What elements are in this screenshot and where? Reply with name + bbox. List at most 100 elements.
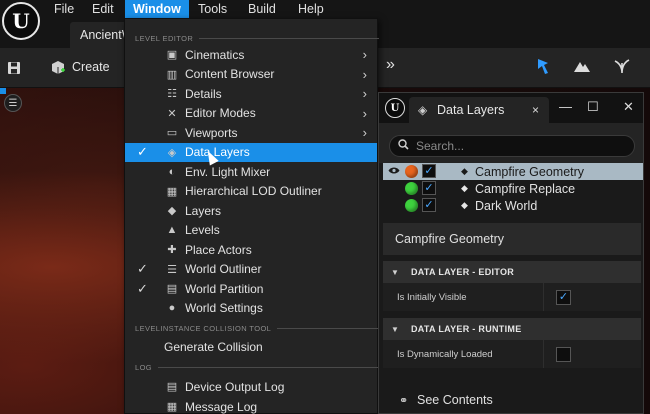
chevron-right-icon: › [362, 66, 367, 82]
close-tab-icon[interactable]: × [532, 103, 539, 117]
world-outliner-icon: ☰ [167, 263, 177, 276]
data-layer-row[interactable]: ✓ ◆ Campfire Replace [383, 180, 643, 197]
layer-status-icon [405, 182, 418, 195]
chevron-right-icon: › [362, 47, 367, 63]
menu-item-cinematics[interactable]: ▣ Cinematics › [125, 45, 377, 65]
content-browser-icon: ▥ [166, 68, 178, 81]
menu-window[interactable]: Window [125, 0, 189, 18]
menu-item-message-log[interactable]: ▦ Message Log [125, 397, 377, 414]
layers-icon: ◆ [167, 205, 177, 218]
menu-item-label: Place Actors [185, 242, 252, 257]
menu-item-label: Content Browser [185, 67, 275, 82]
menu-item-label: Data Layers [185, 145, 250, 160]
menu-item-label: World Settings [185, 301, 263, 316]
menu-tools[interactable]: Tools [198, 1, 227, 17]
data-layers-icon: ◈ [167, 146, 177, 159]
layer-status-icon [405, 199, 418, 212]
maximize-icon[interactable]: ☐ [587, 99, 599, 115]
layer-name: Campfire Geometry [475, 164, 585, 179]
light-mixer-icon: ◐ [168, 165, 176, 178]
data-layer-row[interactable]: ✓ ◆ Campfire Geometry [383, 163, 643, 180]
data-layer-icon: ◆ [461, 200, 468, 210]
landscape-icon[interactable] [572, 56, 592, 76]
layer-checkbox[interactable]: ✓ [422, 198, 436, 212]
data-layers-titlebar: U ◈ Data Layers × — ☐ ✕ [379, 93, 643, 123]
see-contents-icon: ⚭ [399, 394, 409, 407]
layer-name: Campfire Replace [475, 181, 576, 196]
editor-modes-icon: ✕ [167, 107, 177, 120]
menu-file[interactable]: File [54, 1, 74, 17]
world-settings-icon: ● [168, 302, 176, 315]
menu-item-label: Generate Collision [164, 339, 263, 354]
cinematics-icon: ▣ [166, 49, 178, 62]
menu-item-generate-collision[interactable]: Generate Collision [125, 337, 377, 357]
create-icon[interactable] [48, 58, 68, 78]
menu-item-label: Layers [185, 203, 222, 218]
minimize-icon[interactable]: — [559, 99, 572, 114]
section-header-label: LEVELINSTANCE COLLISION TOOL [135, 323, 272, 333]
menu-help[interactable]: Help [298, 1, 324, 17]
unreal-logo-small: U [385, 98, 405, 118]
menu-build[interactable]: Build [248, 1, 276, 17]
menu-item-world-settings[interactable]: ● World Settings [125, 299, 377, 319]
menu-item-label: Env. Light Mixer [185, 164, 271, 179]
data-layers-tab-label: Data Layers [437, 103, 505, 117]
eye-icon[interactable] [388, 166, 400, 178]
menu-edit[interactable]: Edit [92, 1, 114, 17]
menu-item-viewports[interactable]: ▭ Viewports › [125, 123, 377, 143]
section-divider [158, 366, 379, 368]
menu-item-env-light-mixer[interactable]: ◐ Env. Light Mixer [125, 162, 377, 182]
menu-item-world-partition[interactable]: ✓ ▤ World Partition [125, 279, 377, 299]
search-bar-area [379, 123, 643, 163]
chevron-double-right-icon[interactable]: » [386, 56, 395, 74]
menu-item-world-outliner[interactable]: ✓ ☰ World Outliner [125, 260, 377, 280]
category-data-layer-runtime[interactable]: ▼ DATA LAYER - RUNTIME [383, 318, 641, 340]
property-label: Is Initially Visible [397, 291, 467, 303]
menu-item-label: Editor Modes [185, 106, 256, 121]
menu-item-label: World Outliner [185, 262, 262, 277]
viewport-menu-icon[interactable]: ☰ [4, 94, 22, 112]
menu-item-device-output-log[interactable]: ▤ Device Output Log [125, 377, 377, 397]
property-divider [543, 283, 544, 311]
data-layers-tab[interactable]: ◈ Data Layers × [409, 97, 549, 123]
section-header-label: LEVEL EDITOR [135, 33, 194, 43]
select-mode-icon[interactable] [534, 56, 554, 76]
foliage-icon[interactable] [612, 56, 632, 76]
details-icon: ☷ [167, 88, 177, 101]
close-window-icon[interactable]: ✕ [623, 99, 634, 115]
property-is-dynamically-loaded: Is Dynamically Loaded [383, 340, 641, 368]
menu-item-details[interactable]: ☷ Details › [125, 84, 377, 104]
layer-checkbox[interactable]: ✓ [422, 181, 436, 195]
data-layers-list: ✓ ◆ Campfire Geometry ✓ ◆ Campfire Repla… [379, 163, 643, 215]
layer-status-icon [405, 165, 418, 178]
hlod-icon: ▦ [166, 185, 178, 198]
menu-item-levels[interactable]: ▲ Levels [125, 221, 377, 241]
category-data-layer-editor[interactable]: ▼ DATA LAYER - EDITOR [383, 261, 641, 283]
menu-item-content-browser[interactable]: ▥ Content Browser › [125, 65, 377, 85]
search-input[interactable] [416, 138, 616, 154]
menu-item-place-actors[interactable]: ✚ Place Actors [125, 240, 377, 260]
property-divider [543, 340, 544, 368]
caret-down-icon: ▼ [391, 267, 400, 277]
see-contents-button[interactable]: ⚭ See Contents [379, 387, 643, 413]
unreal-logo[interactable]: U [2, 2, 40, 40]
data-layer-row[interactable]: ✓ ◆ Dark World [383, 197, 643, 214]
message-log-icon: ▦ [166, 401, 178, 414]
menu-item-hierarchical-lod-outliner[interactable]: ▦ Hierarchical LOD Outliner [125, 182, 377, 202]
property-is-initially-visible: Is Initially Visible ✓ [383, 283, 641, 311]
create-button[interactable]: Create [72, 60, 110, 74]
is-dynamically-loaded-checkbox[interactable] [556, 347, 571, 362]
property-label: Is Dynamically Loaded [397, 348, 493, 360]
section-header-label: LOG [135, 362, 153, 372]
level-tab[interactable]: AncientW [70, 22, 130, 48]
viewport-corner-marker [0, 88, 6, 94]
menu-item-editor-modes[interactable]: ✕ Editor Modes › [125, 104, 377, 124]
layer-checkbox[interactable]: ✓ [422, 164, 436, 178]
is-initially-visible-checkbox[interactable]: ✓ [556, 290, 571, 305]
place-actors-icon: ✚ [167, 244, 177, 257]
menu-item-layers[interactable]: ◆ Layers [125, 201, 377, 221]
menu-item-data-layers[interactable]: ✓ ◈ Data Layers [125, 142, 377, 162]
save-icon[interactable] [4, 58, 24, 78]
search-box [389, 135, 635, 157]
menu-item-label: Levels [185, 223, 220, 238]
